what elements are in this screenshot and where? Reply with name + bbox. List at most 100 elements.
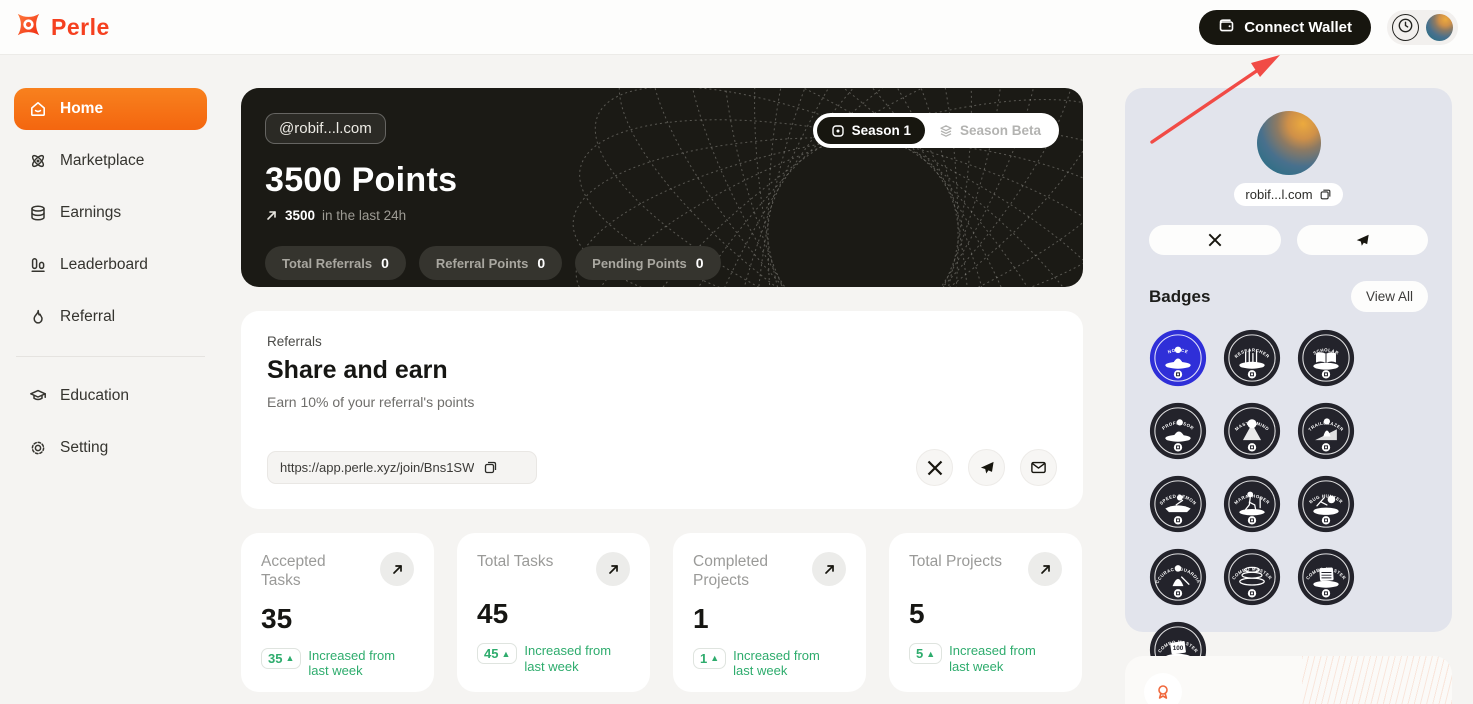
perle-logo-icon xyxy=(15,11,42,43)
badge-marathoner[interactable]: MARATHONER xyxy=(1223,475,1281,533)
sidebar-item-label: Education xyxy=(60,387,129,405)
marketplace-icon xyxy=(29,152,47,170)
profile-telegram-button[interactable] xyxy=(1297,225,1429,255)
up-triangle-icon: ▲ xyxy=(926,649,935,659)
sidebar: Home Marketplace Earnings Lea xyxy=(14,88,207,479)
pending-points-pill: Pending Points 0 xyxy=(575,246,720,280)
stat-note: 5▲ Increased from last week xyxy=(909,643,1062,674)
share-telegram-button[interactable] xyxy=(968,449,1005,486)
badge-novice[interactable]: NOVICE xyxy=(1149,329,1207,387)
hero-user-handle: @robif...l.com xyxy=(265,113,386,144)
stat-title: Completed Projects xyxy=(693,552,790,591)
education-icon xyxy=(29,387,47,405)
arrow-up-right-icon xyxy=(1039,563,1052,576)
stat-value: 1 xyxy=(693,603,846,635)
pill-label: Pending Points xyxy=(592,256,687,271)
badge-grid: NOVICE RESEARCHER SCHOLAR PROFESSOR MAST… xyxy=(1149,329,1428,679)
open-total-projects-button[interactable] xyxy=(1028,552,1062,586)
layers-icon xyxy=(939,124,953,138)
brand-name: Perle xyxy=(51,14,110,41)
pill-value: 0 xyxy=(381,255,389,271)
copy-icon[interactable] xyxy=(1319,188,1332,201)
stat-delta-chip: 35▲ xyxy=(261,648,301,669)
pill-label: Total Referrals xyxy=(282,256,372,271)
sidebar-item-setting[interactable]: Setting xyxy=(14,427,207,469)
badge-scholar[interactable]: SCHOLAR xyxy=(1297,329,1355,387)
stat-note-text: Increased from last week xyxy=(733,648,843,679)
connect-wallet-button[interactable]: Connect Wallet xyxy=(1199,10,1371,45)
badge-speed-demon[interactable]: SPEED DEMON xyxy=(1149,475,1207,533)
profile-panel: robif...l.com Badges View All NOVICE xyxy=(1125,88,1452,632)
clock-icon xyxy=(1398,18,1413,36)
profile-handle-text: robif...l.com xyxy=(1245,187,1312,202)
badge-combo-master-2[interactable]: COMBO MASTER xyxy=(1297,548,1355,606)
season-1-label: Season 1 xyxy=(852,123,911,138)
badge-mastermind[interactable]: MASTERMIND xyxy=(1223,402,1281,460)
share-x-button[interactable] xyxy=(916,449,953,486)
open-accepted-tasks-button[interactable] xyxy=(380,552,414,586)
topbar: Perle Connect Wallet xyxy=(0,0,1473,55)
history-clock-button[interactable] xyxy=(1392,14,1419,41)
arrow-up-right-icon xyxy=(391,563,404,576)
stat-delta-chip: 1▲ xyxy=(693,648,726,669)
referrals-subtitle: Earn 10% of your referral's points xyxy=(267,394,1057,410)
mail-icon xyxy=(1030,459,1047,476)
referrals-title: Share and earn xyxy=(267,356,1057,385)
stat-value: 5 xyxy=(909,598,1062,630)
sidebar-item-label: Setting xyxy=(60,439,108,457)
referral-icon xyxy=(29,308,47,326)
user-avatar[interactable] xyxy=(1426,14,1453,41)
sidebar-item-education[interactable]: Education xyxy=(14,375,207,417)
stat-title: Total Projects xyxy=(909,552,1002,571)
points-total: 3500 Points xyxy=(265,161,1059,200)
badge-professor[interactable]: PROFESSOR xyxy=(1149,402,1207,460)
referrals-eyebrow: Referrals xyxy=(267,334,1057,349)
sidebar-item-marketplace[interactable]: Marketplace xyxy=(14,140,207,182)
delta-text: in the last 24h xyxy=(322,208,406,223)
app-root: Perle Connect Wallet xyxy=(0,0,1473,704)
badge-bug-hunter[interactable]: BUG HUNTER xyxy=(1297,475,1355,533)
sidebar-item-earnings[interactable]: Earnings xyxy=(14,192,207,234)
open-completed-projects-button[interactable] xyxy=(812,552,846,586)
total-referrals-pill: Total Referrals 0 xyxy=(265,246,406,280)
referral-link-field[interactable]: https://app.perle.xyz/join/Bns1SW xyxy=(267,451,537,484)
profile-x-button[interactable] xyxy=(1149,225,1281,255)
stat-note-text: Increased from last week xyxy=(524,643,630,674)
badge-researcher[interactable]: RESEARCHER xyxy=(1223,329,1281,387)
badge-trailblazer[interactable]: TRAILBLAZER xyxy=(1297,402,1355,460)
season-icon xyxy=(831,124,845,138)
brand-logo[interactable]: Perle xyxy=(15,11,110,43)
profile-handle-pill[interactable]: robif...l.com xyxy=(1234,183,1342,206)
stats-row: Accepted Tasks 35 35▲ Increased from las… xyxy=(241,533,1083,692)
season-beta-tab[interactable]: Season Beta xyxy=(925,117,1055,144)
referral-points-pill: Referral Points 0 xyxy=(419,246,562,280)
badge-combo-master-1[interactable]: COMBO MASTER xyxy=(1223,548,1281,606)
setting-icon xyxy=(29,439,47,457)
sidebar-item-home[interactable]: Home xyxy=(14,88,207,130)
badge-accuracy-guardian[interactable]: ACCURACY GUARDIAN xyxy=(1149,548,1207,606)
sidebar-item-leaderboard[interactable]: Leaderboard xyxy=(14,244,207,286)
sidebar-item-label: Home xyxy=(60,100,103,118)
utility-pill xyxy=(1387,10,1458,45)
x-icon xyxy=(927,460,943,476)
season-toggle: Season 1 Season Beta xyxy=(813,113,1059,148)
telegram-icon xyxy=(1355,233,1370,248)
stripe-pattern xyxy=(1302,656,1452,704)
up-triangle-icon: ▲ xyxy=(285,653,294,663)
svg-text:100: 100 xyxy=(1173,645,1184,652)
connect-wallet-label: Connect Wallet xyxy=(1244,19,1352,36)
view-all-badges-button[interactable]: View All xyxy=(1351,281,1428,312)
share-email-button[interactable] xyxy=(1020,449,1057,486)
stat-note-text: Increased from last week xyxy=(308,648,414,679)
rewards-teaser-card[interactable] xyxy=(1125,656,1452,704)
sidebar-divider xyxy=(16,356,205,357)
delta-value: 3500 xyxy=(285,208,315,223)
copy-icon[interactable] xyxy=(483,460,498,475)
stat-title: Accepted Tasks xyxy=(261,552,358,591)
stat-card-total-projects: Total Projects 5 5▲ Increased from last … xyxy=(889,533,1082,692)
pill-label: Referral Points xyxy=(436,256,528,271)
sidebar-item-referral[interactable]: Referral xyxy=(14,296,207,338)
open-total-tasks-button[interactable] xyxy=(596,552,630,586)
season-1-tab[interactable]: Season 1 xyxy=(817,117,925,144)
sidebar-item-label: Marketplace xyxy=(60,152,144,170)
